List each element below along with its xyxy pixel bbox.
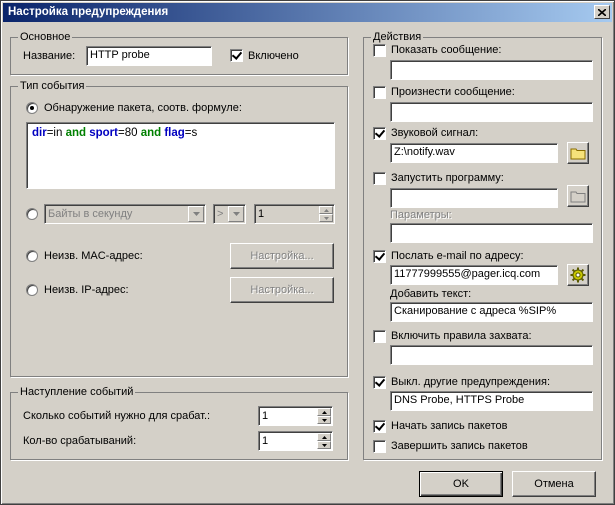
window-title: Настройка предупреждения [8, 6, 169, 18]
sound-file-input[interactable]: Z:\notify.wav [390, 143, 558, 163]
show-message-label: Показать сообщение: [391, 44, 502, 56]
add-text-label: Добавить текст: [390, 288, 472, 300]
operator-combo-arrow[interactable] [228, 206, 244, 222]
formula-token: dir [32, 127, 47, 139]
actions-legend: Действия [373, 31, 422, 43]
stop-capture-label: Завершить запись пакетов [391, 440, 528, 452]
sound-label: Звуковой сигнал: [391, 127, 479, 139]
mac-radio[interactable] [26, 250, 38, 262]
start-capture-checkbox[interactable] [373, 420, 386, 433]
browse-sound-button[interactable] [567, 142, 589, 164]
arrow-up-icon [323, 208, 329, 212]
formula-label: Обнаружение пакета, соотв. формуле: [44, 102, 242, 114]
enabled-checkbox[interactable] [230, 49, 243, 62]
formula-token: sport [89, 127, 118, 139]
folder-icon [570, 191, 586, 202]
show-message-checkbox[interactable] [373, 44, 386, 57]
name-input[interactable]: HTTP probe [86, 46, 212, 66]
count-spinner[interactable]: 1 [258, 406, 333, 426]
speak-message-label: Произнести сообщение: [391, 86, 515, 98]
bytes-combo-value: Байты в секунду [48, 208, 133, 220]
triggers-spin-buttons [317, 433, 331, 449]
run-program-label: Запустить программу: [391, 172, 504, 184]
capture-rules-input[interactable] [390, 345, 593, 365]
mac-settings-button[interactable]: Настройка... [230, 243, 334, 269]
event-type-legend: Тип события [20, 80, 85, 92]
formula-radio[interactable] [26, 102, 38, 114]
gear-icon [570, 267, 586, 283]
triggers-spinner[interactable]: 1 [258, 431, 333, 451]
title-bar[interactable]: Настройка предупреждения [3, 3, 612, 22]
count-spin-buttons [317, 408, 331, 424]
params-label: Параметры: [390, 209, 452, 221]
start-capture-label: Начать запись пакетов [391, 420, 508, 432]
email-checkbox[interactable] [373, 250, 386, 263]
email-label: Послать e-mail по адресу: [391, 250, 524, 262]
formula-token: and [140, 127, 162, 139]
bytes-value-spinner[interactable]: 1 [254, 204, 335, 224]
close-button[interactable] [594, 5, 610, 19]
arrow-up-icon [321, 435, 327, 439]
spin-up-button[interactable] [317, 433, 331, 441]
count-value: 1 [262, 410, 269, 422]
arrow-down-icon [321, 418, 327, 422]
formula-token: =in [46, 127, 66, 139]
alert-settings-dialog: Настройка предупреждения Основное Назван… [0, 0, 615, 505]
capture-rules-checkbox[interactable] [373, 330, 386, 343]
enabled-label: Включено [248, 50, 299, 62]
name-label: Название: [23, 50, 76, 62]
bytes-value: 1 [258, 208, 265, 220]
spin-down-button[interactable] [319, 214, 333, 222]
basic-legend: Основное [20, 31, 71, 43]
mac-label: Неизв. MAC-адрес: [44, 250, 143, 262]
disable-alerts-input[interactable]: DNS Probe, HTTPS Probe [390, 391, 593, 411]
run-program-input[interactable] [390, 188, 558, 208]
formula-token: and [65, 127, 87, 139]
operator-combo-value: > [217, 208, 224, 220]
ip-label: Неизв. IP-адрес: [44, 284, 129, 296]
operator-combo[interactable]: > [213, 204, 246, 224]
formula-token: flag [164, 127, 185, 139]
email-settings-button[interactable] [567, 264, 589, 286]
chevron-down-icon [232, 212, 240, 216]
ip-radio[interactable] [26, 284, 38, 296]
speak-message-checkbox[interactable] [373, 86, 386, 99]
disable-alerts-label: Выкл. другие предупреждения: [391, 376, 551, 388]
bytes-combo[interactable]: Байты в секунду [44, 204, 206, 224]
formula-editor[interactable]: dir=in and sport=80 and flag=s [26, 122, 335, 189]
show-message-input[interactable] [390, 60, 593, 80]
ip-settings-button[interactable]: Настройка... [230, 277, 334, 303]
bytes-spin-buttons [319, 206, 333, 222]
folder-icon [570, 148, 586, 159]
browse-program-button[interactable] [567, 185, 589, 207]
capture-rules-label: Включить правила захвата: [391, 330, 532, 342]
speak-message-input[interactable] [390, 102, 593, 122]
formula-token: =80 [117, 127, 141, 139]
stop-capture-checkbox[interactable] [373, 440, 386, 453]
chevron-down-icon [192, 212, 200, 216]
triggers-value: 1 [262, 435, 269, 447]
formula-token: =s [184, 127, 198, 139]
triggers-label: Кол-во срабатываний: [23, 435, 137, 447]
count-label: Сколько событий нужно для срабат.: [23, 410, 211, 422]
bytes-combo-arrow[interactable] [188, 206, 204, 222]
spin-down-button[interactable] [317, 441, 331, 449]
close-icon [598, 8, 606, 16]
spin-up-button[interactable] [317, 408, 331, 416]
spin-down-button[interactable] [317, 416, 331, 424]
disable-alerts-checkbox[interactable] [373, 376, 386, 389]
cancel-button[interactable]: Отмена [512, 471, 596, 497]
ok-button[interactable]: OK [419, 471, 503, 497]
bytes-radio[interactable] [26, 208, 38, 220]
spin-up-button[interactable] [319, 206, 333, 214]
run-program-checkbox[interactable] [373, 172, 386, 185]
email-input[interactable]: 11777999555@pager.icq.com [390, 265, 558, 285]
params-input[interactable] [390, 223, 593, 243]
occurrence-legend: Наступление событий [20, 386, 134, 398]
add-text-input[interactable]: Сканирование с адреса %SIP% [390, 302, 593, 322]
sound-checkbox[interactable] [373, 127, 386, 140]
arrow-down-icon [321, 443, 327, 447]
arrow-down-icon [323, 216, 329, 220]
arrow-up-icon [321, 410, 327, 414]
